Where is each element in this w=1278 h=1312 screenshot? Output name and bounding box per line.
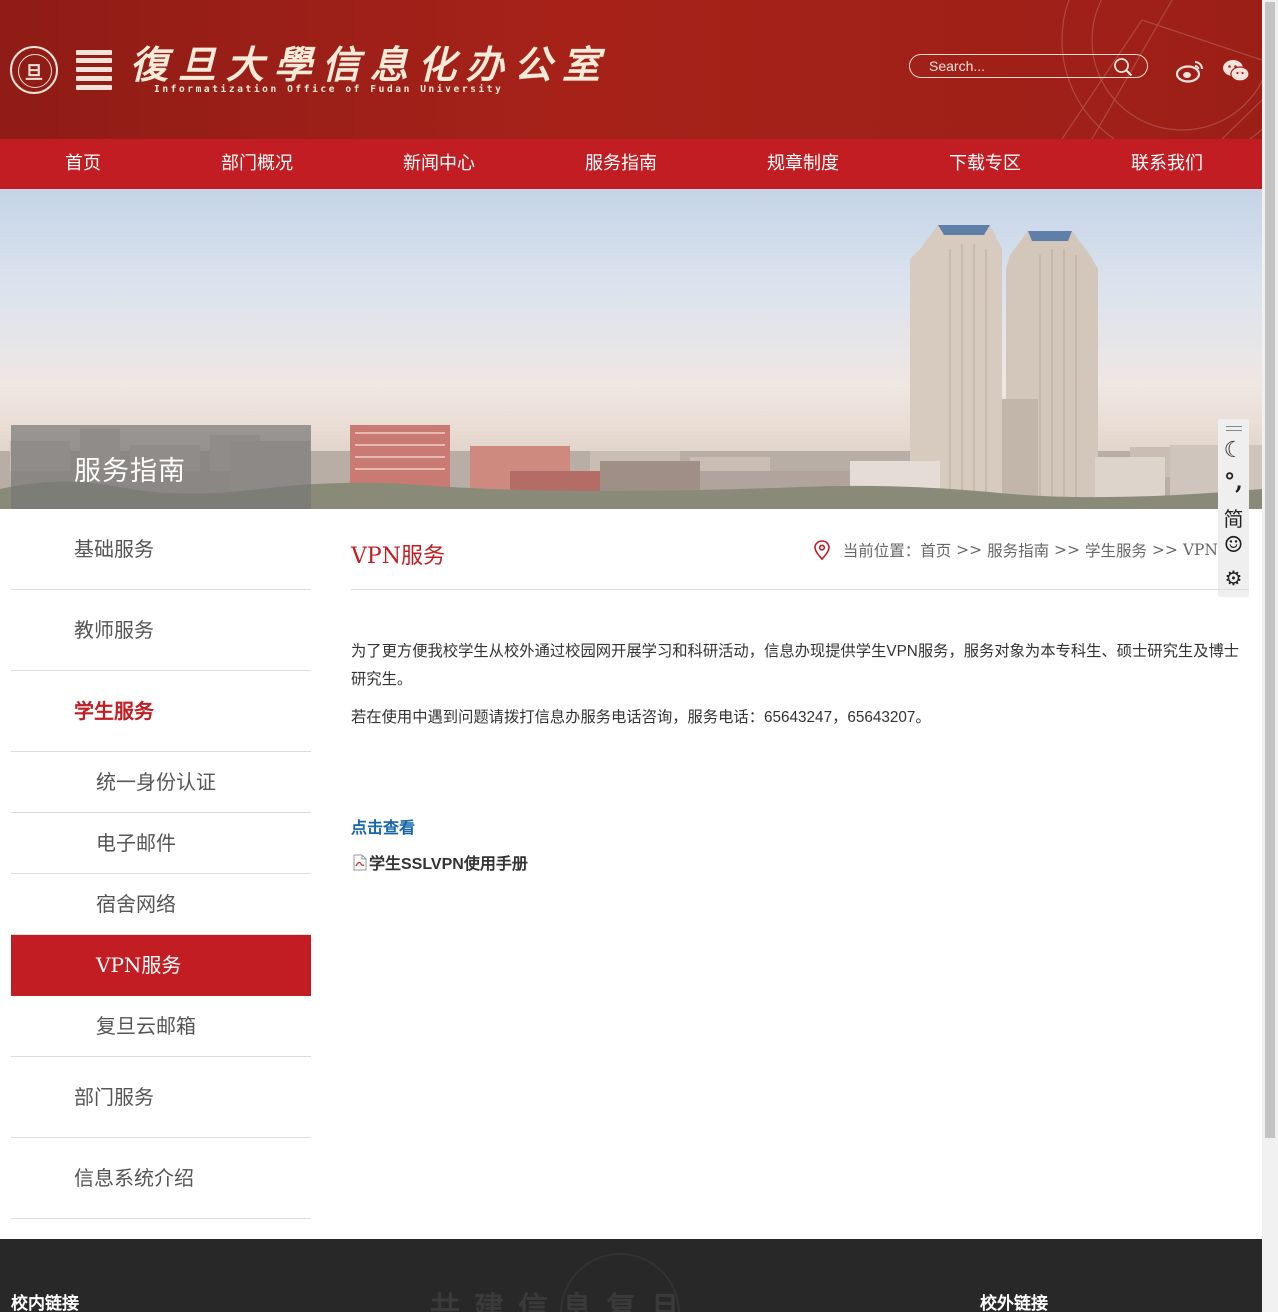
sidebar-item-info-systems[interactable]: 信息系统介绍	[11, 1138, 311, 1219]
nav-news[interactable]: 新闻中心	[348, 139, 530, 189]
breadcrumb-separator: >>	[951, 541, 988, 559]
seal-character: 旦	[25, 62, 43, 84]
breadcrumb-label: 当前位置：	[842, 542, 921, 560]
breadcrumb-vpn[interactable]: VPN	[1183, 541, 1218, 559]
breadcrumb-service-guide[interactable]: 服务指南	[987, 539, 1049, 561]
site-footer: 共建信息复旦 校内链接 校外链接	[0, 1239, 1262, 1312]
search-input[interactable]	[910, 55, 1100, 76]
site-header: 旦 復旦大學信息化办公室 Informatization Office of F…	[0, 0, 1262, 139]
banner-title-box: 服务指南	[11, 425, 311, 509]
toolbar-handle-icon[interactable]	[1218, 423, 1249, 433]
vpn-manual-download-link[interactable]: 学生SSLVPN使用手册	[353, 850, 528, 874]
breadcrumb: 当前位置： 首页 >> 服务指南 >> 学生服务 >> VPN	[813, 539, 1218, 561]
nav-service-guide[interactable]: 服务指南	[530, 139, 712, 189]
logo-chinese-name: 復旦大學信息化办公室	[130, 42, 611, 87]
dark-mode-icon[interactable]: ☾	[1218, 438, 1249, 463]
weibo-icon[interactable]	[1176, 58, 1204, 84]
breadcrumb-home[interactable]: 首页	[920, 539, 951, 561]
university-seal: 旦	[10, 45, 58, 94]
pdf-file-icon	[353, 854, 367, 870]
sidebar-item-department-services[interactable]: 部门服务	[11, 1057, 311, 1138]
punctuation-icon[interactable]: °,	[1218, 469, 1249, 495]
main-content: VPN服务 当前位置： 首页 >> 服务指南 >> 学生服务 >> VPN 为了…	[351, 509, 1249, 873]
sidebar-subitem-dorm-network[interactable]: 宿舍网络	[11, 874, 311, 935]
vpn-manual-filename: 学生SSLVPN使用手册	[369, 856, 528, 873]
page-scrollbar[interactable]	[1262, 0, 1278, 1312]
search-icon[interactable]	[1113, 57, 1133, 77]
scrollbar-thumb[interactable]	[1265, 2, 1275, 1138]
footer-external-links-heading: 校外链接	[980, 1294, 1048, 1312]
sidebar-item-student-services[interactable]: 学生服务	[11, 671, 311, 752]
footer-internal-links-heading: 校内链接	[11, 1294, 79, 1312]
banner-title: 服务指南	[74, 456, 186, 487]
wechat-icon[interactable]	[1222, 58, 1250, 84]
footer-motto-watermark: 共建信息复旦	[430, 1291, 694, 1312]
content-header: VPN服务 当前位置： 首页 >> 服务指南 >> 学生服务 >> VPN	[351, 509, 1249, 590]
nav-regulations[interactable]: 规章制度	[712, 139, 894, 189]
nav-contact[interactable]: 联系我们	[1076, 139, 1258, 189]
location-pin-icon	[813, 540, 830, 560]
nav-home[interactable]: 首页	[0, 139, 166, 189]
main-nav: 首页 部门概况 新闻中心 服务指南 规章制度 下载专区 联系我们	[0, 139, 1262, 189]
sidebar-subitem-cloud-mail[interactable]: 复旦云邮箱	[11, 996, 311, 1057]
search-box	[909, 54, 1148, 78]
sidebar-subitem-email[interactable]: 电子邮件	[11, 813, 311, 874]
contact-paragraph: 若在使用中遇到问题请拨打信息办服务电话咨询，服务电话：65643247，6564…	[351, 709, 931, 726]
sidebar-item-teacher-services[interactable]: 教师服务	[11, 590, 311, 671]
page-banner: 服务指南	[0, 189, 1262, 509]
page-title: VPN服务	[351, 544, 445, 569]
breadcrumb-student-services[interactable]: 学生服务	[1085, 539, 1147, 561]
breadcrumb-separator: >>	[1146, 541, 1183, 559]
sidebar-item-basic-services[interactable]: 基础服务	[11, 509, 311, 590]
view-attachment-link[interactable]: 点击查看	[351, 814, 415, 838]
sidebar-subitem-vpn[interactable]: VPN服务	[11, 935, 311, 996]
nav-about[interactable]: 部门概况	[166, 139, 348, 189]
intro-paragraph: 为了更方便我校学生从校外通过校园网开展学习和科研活动，信息办现提供学生VPN服务…	[351, 643, 1240, 688]
office-mark-icon	[76, 49, 112, 90]
breadcrumb-separator: >>	[1049, 541, 1085, 559]
sidebar-subitem-unified-auth[interactable]: 统一身份认证	[11, 752, 311, 813]
nav-downloads[interactable]: 下载专区	[894, 139, 1076, 189]
sidebar-menu: 基础服务 教师服务 学生服务 统一身份认证 电子邮件 宿舍网络 VPN服务 复旦…	[11, 509, 311, 1219]
site-logo[interactable]: 旦 復旦大學信息化办公室 Informatization Office of F…	[10, 44, 610, 95]
